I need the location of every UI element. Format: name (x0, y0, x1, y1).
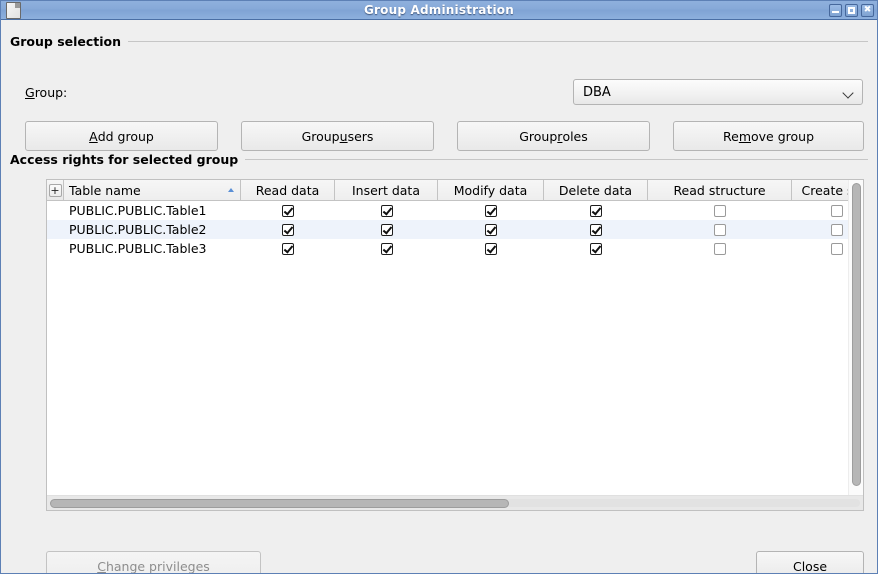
checkbox-read-structure[interactable] (714, 223, 726, 236)
cell-delete-data (544, 204, 648, 217)
plus-icon: + (48, 183, 62, 197)
group-selection-panel: Group selection (10, 33, 868, 49)
checkbox-create-structure[interactable] (831, 204, 843, 217)
checkbox-modify-data[interactable] (485, 223, 497, 236)
checkbox-delete-data[interactable] (590, 204, 602, 217)
checkbox-insert-data[interactable] (380, 223, 393, 236)
table-body: PUBLIC.PUBLIC.Table1 PUBLIC.PUBLIC.Table2… (47, 201, 848, 258)
cell-create-structure (792, 204, 848, 217)
cell-read-data (241, 223, 335, 236)
table-row[interactable]: PUBLIC.PUBLIC.Table2 (47, 220, 848, 239)
column-header-label: Modify data (453, 182, 528, 198)
column-header-read-data[interactable]: Read data (241, 180, 335, 200)
checkbox-insert-data[interactable] (380, 242, 393, 255)
column-header-label: Read data (255, 182, 320, 198)
access-rights-panel: Access rights for selected group (10, 151, 868, 167)
column-header-label: Read structure (673, 182, 766, 198)
column-chooser-button[interactable]: + (47, 180, 64, 200)
column-header-label: Delete data (558, 182, 633, 198)
group-administration-window: Group Administration ✖ Group selection G… (0, 0, 878, 574)
chevron-down-icon (843, 87, 854, 98)
change-privileges-button[interactable]: Change privileges (46, 551, 261, 573)
checkbox-modify-data[interactable] (485, 242, 497, 255)
titlebar[interactable]: Group Administration ✖ (1, 1, 877, 20)
column-header-table-name[interactable]: Table name (64, 180, 241, 200)
cell-insert-data (335, 223, 438, 236)
cell-read-structure (648, 204, 792, 217)
checkbox-delete-data[interactable] (590, 223, 602, 236)
window-title: Group Administration (363, 3, 514, 17)
cell-delete-data (544, 242, 648, 255)
group-combobox[interactable]: DBA (573, 79, 863, 105)
cell-table-name: PUBLIC.PUBLIC.Table2 (69, 222, 207, 237)
column-header-label: Insert data (352, 182, 420, 198)
column-header-label: Create stru (801, 182, 849, 198)
cell-modify-data (438, 223, 544, 236)
cell-insert-data (335, 242, 438, 255)
legend-divider-2 (245, 158, 868, 160)
cell-delete-data (544, 223, 648, 236)
cell-modify-data (438, 204, 544, 217)
cell-read-structure (648, 242, 792, 255)
remove-group-button[interactable]: Re m ove group (673, 121, 864, 151)
cell-create-structure (792, 223, 848, 236)
access-rights-table: + Table name Read data Insert data Modif… (46, 179, 864, 511)
window-controls: ✖ (829, 3, 874, 17)
table-header-row: + Table name Read data Insert data Modif… (47, 180, 848, 201)
checkbox-read-data[interactable] (282, 204, 294, 217)
group-label: Group: (25, 85, 68, 100)
cell-read-structure (648, 223, 792, 236)
column-header-read-structure[interactable]: Read structure (648, 180, 792, 200)
close-icon: ✖ (863, 4, 872, 15)
close-button-label: Close (792, 558, 828, 574)
maximize-button[interactable] (845, 3, 858, 17)
cell-create-structure (792, 242, 848, 255)
sort-ascending-icon (228, 188, 234, 192)
table-row[interactable]: PUBLIC.PUBLIC.Table1 (47, 201, 848, 220)
close-window-button[interactable]: ✖ (861, 3, 874, 17)
cell-table-name: PUBLIC.PUBLIC.Table1 (69, 203, 207, 218)
cell-modify-data (438, 242, 544, 255)
access-rights-legend-row: Access rights for selected group (10, 151, 868, 167)
cell-table-name: PUBLIC.PUBLIC.Table3 (69, 241, 207, 256)
column-header-insert-data[interactable]: Insert data (335, 180, 438, 200)
checkbox-read-data[interactable] (282, 242, 294, 255)
group-selection-legend-row: Group selection (10, 33, 868, 49)
checkbox-insert-data[interactable] (380, 204, 393, 217)
column-header-label: Table name (69, 182, 141, 198)
vertical-scrollbar[interactable] (848, 180, 863, 495)
table-row[interactable]: PUBLIC.PUBLIC.Table3 (47, 239, 848, 258)
horizontal-scrollbar-thumb[interactable] (50, 499, 510, 508)
group-selection-legend: Group selection (10, 33, 122, 49)
column-header-create-structure[interactable]: Create stru (792, 180, 849, 200)
cell-read-data (241, 242, 335, 255)
column-header-delete-data[interactable]: Delete data (544, 180, 648, 200)
cell-insert-data (335, 204, 438, 217)
checkbox-read-data[interactable] (282, 223, 294, 236)
minimize-button[interactable] (829, 3, 842, 17)
document-icon (6, 1, 21, 19)
access-rights-legend: Access rights for selected group (10, 151, 239, 167)
dialog-content: Group selection Group: DBA Add group Gro… (1, 20, 877, 573)
group-combobox-value: DBA (583, 84, 611, 100)
checkbox-create-structure[interactable] (831, 242, 843, 255)
cell-read-data (241, 204, 335, 217)
legend-divider (128, 40, 868, 42)
group-roles-button[interactable]: Group r oles (457, 121, 650, 151)
checkbox-delete-data[interactable] (590, 242, 602, 255)
add-group-button[interactable]: Add group (25, 121, 218, 151)
group-users-button[interactable]: Group u sers (241, 121, 434, 151)
close-button[interactable]: Close (756, 551, 864, 574)
vertical-scrollbar-thumb[interactable] (852, 183, 861, 486)
horizontal-scrollbar[interactable] (47, 495, 863, 510)
table-viewport: + Table name Read data Insert data Modif… (47, 180, 848, 495)
column-header-modify-data[interactable]: Modify data (438, 180, 544, 200)
checkbox-read-structure[interactable] (714, 242, 726, 255)
checkbox-create-structure[interactable] (831, 223, 843, 236)
checkbox-modify-data[interactable] (485, 204, 497, 217)
checkbox-read-structure[interactable] (714, 204, 726, 217)
